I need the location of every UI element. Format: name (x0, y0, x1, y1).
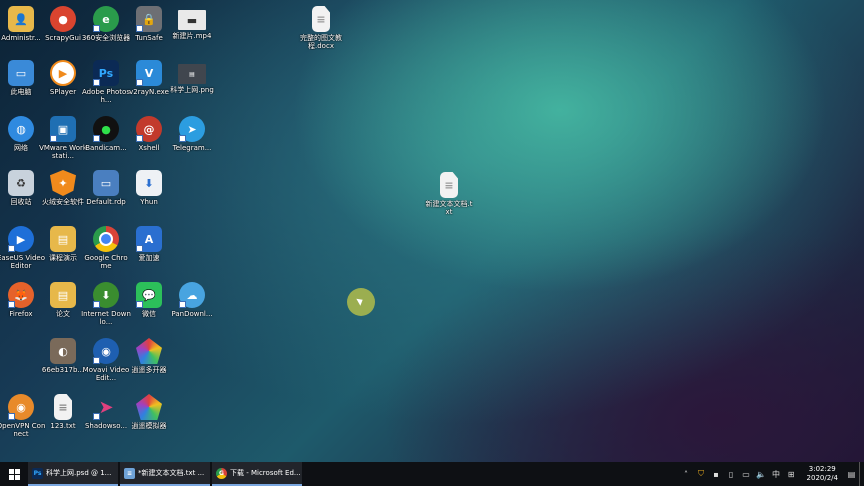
windows-logo-icon (8, 468, 20, 480)
chevron-up-icon[interactable]: ˄ (681, 469, 692, 480)
desktop-icon-telegram[interactable]: ➤ Telegram... (167, 114, 217, 152)
desktop-file-tutorial[interactable]: ≡ 完整的图文教程.docx (296, 4, 346, 50)
remote-desktop-icon: ▭ (93, 170, 119, 196)
taskbar-item-label: 下载 - Microsoft Ed... (230, 469, 301, 477)
browser-360-icon: e (93, 6, 119, 32)
movavi-icon: ◉ (93, 338, 119, 364)
xiaoyao-icon (136, 394, 162, 420)
clock-date: 2020/2/4 (806, 474, 838, 482)
taskbar-item-notepad[interactable]: ≡ *新建文本文档.txt ... (120, 462, 210, 486)
photoshop-icon: Ps (32, 467, 43, 479)
v2ray-icon: V (136, 60, 162, 86)
security-icon[interactable]: ▪ (711, 469, 722, 480)
computer-icon: ▭ (8, 60, 34, 86)
notification-center-icon[interactable]: ▤ (846, 469, 857, 480)
icon-label: 科学上网.png (170, 86, 214, 94)
image-thumbnail-icon: ◐ (50, 338, 76, 364)
telegram-icon: ➤ (179, 116, 205, 142)
ime-settings-icon[interactable]: ⊞ (786, 469, 797, 480)
desktop-icon-pandownload[interactable]: ☁ PanDownl... (167, 280, 217, 318)
text-file-icon: ≡ (54, 394, 72, 420)
icon-label: 新建文本文档.txt (425, 200, 473, 216)
taskbar-item-label: *新建文本文档.txt ... (138, 469, 205, 477)
xshell-icon: @ (136, 116, 162, 142)
taskbar-item-photoshop[interactable]: Ps 科学上网.psd @ 1... (28, 462, 118, 486)
text-file-icon: ≡ (440, 172, 458, 198)
wechat-icon: 💬 (136, 282, 162, 308)
photoshop-icon: Ps (93, 60, 119, 86)
firefox-icon: 🦊 (8, 282, 34, 308)
desktop-icon-yhun[interactable]: ⬇ Yhun (124, 168, 174, 206)
record-icon: ● (93, 116, 119, 142)
taskbar: Ps 科学上网.psd @ 1... ≡ *新建文本文档.txt ... G 下… (0, 462, 864, 486)
folder-icon: ▤ (50, 282, 76, 308)
openvpn-icon: ◉ (8, 394, 34, 420)
icon-label: PanDownl... (171, 310, 213, 318)
clock[interactable]: 3:02:29 2020/2/4 (807, 465, 838, 483)
tomato-icon: ● (50, 6, 76, 32)
chrome-icon: G (216, 467, 227, 479)
icon-label: 新建片.mp4 (172, 32, 212, 40)
splayer-icon: ▶ (50, 60, 76, 86)
shield-icon[interactable]: ⛉ (696, 469, 707, 480)
desktop-icon-xiaoyao-multi[interactable]: 逍遥多开器 (124, 336, 174, 374)
taskbar-item-chrome[interactable]: G 下载 - Microsoft Ed... (212, 462, 302, 486)
desktop-icon-video-file[interactable]: ▬ 新建片.mp4 (167, 4, 217, 40)
desktop-file-new-text[interactable]: ≡ 新建文本文档.txt (424, 170, 474, 216)
image-file-icon: ▤ (178, 64, 206, 84)
desktop-icon-aijiasu[interactable]: A 爱加速 (124, 224, 174, 262)
show-desktop-button[interactable] (859, 462, 864, 486)
desktop-icon-xiaoyao-emulator[interactable]: 逍遥模拟器 (124, 392, 174, 430)
notepad-icon: ≡ (124, 467, 135, 479)
folder-icon: ▤ (50, 226, 76, 252)
accelerator-icon: A (136, 226, 162, 252)
icon-label: Telegram... (172, 144, 212, 152)
system-tray: ˄ ⛉ ▪ ▯ ▭ 🔈 中 ⊞ 3:02:29 2020/2/4 ▤ (679, 462, 864, 486)
user-folder-icon: 👤 (8, 6, 34, 32)
video-file-icon: ▬ (178, 10, 206, 30)
download-manager-icon: ⬇ (93, 282, 119, 308)
desktop-icon-png-file[interactable]: ▤ 科学上网.png (167, 58, 217, 94)
vmware-icon: ▣ (50, 116, 76, 142)
lock-icon: 🔒 (136, 6, 162, 32)
recycle-bin-icon: ♻ (8, 170, 34, 196)
icon-label: 逍遥模拟器 (131, 422, 167, 430)
icon-label: 完整的图文教程.docx (300, 34, 342, 50)
network-globe-icon: ◍ (8, 116, 34, 142)
network-icon[interactable]: ▭ (741, 469, 752, 480)
shield-icon: ✦ (50, 170, 76, 196)
ime-indicator[interactable]: 中 (771, 469, 782, 480)
download-arrow-icon: ⬇ (136, 170, 162, 196)
volume-icon[interactable]: 🔈 (756, 469, 767, 480)
usb-icon[interactable]: ▯ (726, 469, 737, 480)
clock-time: 3:02:29 (808, 465, 836, 473)
paper-plane-icon: ➤ (93, 394, 119, 420)
xiaoyao-icon (136, 338, 162, 364)
chrome-icon (93, 226, 119, 252)
icon-label: 逍遥多开器 (131, 366, 167, 374)
icon-label: 爱加速 (138, 254, 160, 262)
document-icon: ≡ (312, 6, 330, 32)
taskbar-item-label: 科学上网.psd @ 1... (46, 469, 112, 477)
cloud-icon: ☁ (179, 282, 205, 308)
start-button[interactable] (0, 462, 28, 486)
easeus-icon: ▶ (8, 226, 34, 252)
icon-label: Yhun (140, 198, 158, 206)
